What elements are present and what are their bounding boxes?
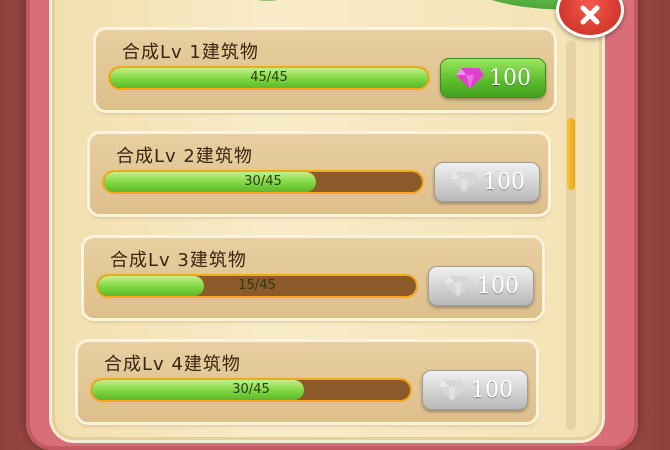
claim-button[interactable]: 100 <box>422 370 528 410</box>
task-title: 合成Lv 3建筑物 <box>110 250 247 271</box>
progress-bar: 30/45 <box>104 172 422 192</box>
gem-icon <box>444 276 472 297</box>
leaf-decoration <box>240 0 314 5</box>
gem-icon <box>456 68 484 89</box>
gem-icon <box>450 172 478 193</box>
cost-label: 100 <box>471 377 513 403</box>
cost-label: 100 <box>483 169 525 195</box>
task-title: 合成Lv 2建筑物 <box>116 146 253 167</box>
progress-bar: 45/45 <box>110 68 428 88</box>
progress-bar: 15/45 <box>98 276 416 296</box>
progress-text: 15/45 <box>238 278 276 293</box>
progress-text: 45/45 <box>250 70 288 85</box>
task-card: 合成Lv 2建筑物 30/45 100 <box>90 134 548 214</box>
claim-button[interactable]: 100 <box>440 58 546 98</box>
task-card: 合成Lv 3建筑物 15/45 100 <box>84 238 542 318</box>
task-card: 合成Lv 4建筑物 30/45 100 <box>78 342 536 422</box>
progress-text: 30/45 <box>232 382 270 397</box>
task-title: 合成Lv 1建筑物 <box>122 42 259 63</box>
gem-icon <box>438 380 466 401</box>
cost-label: 100 <box>489 65 531 91</box>
task-card: 合成Lv 1建筑物 45/45 100 <box>96 30 554 110</box>
scrollbar-thumb[interactable] <box>567 118 575 190</box>
task-title: 合成Lv 4建筑物 <box>104 354 241 375</box>
progress-bar: 30/45 <box>92 380 410 400</box>
claim-button[interactable]: 100 <box>434 162 540 202</box>
scrollbar[interactable] <box>566 40 576 430</box>
close-icon <box>580 5 600 25</box>
cost-label: 100 <box>477 273 519 299</box>
claim-button[interactable]: 100 <box>428 266 534 306</box>
progress-text: 30/45 <box>244 174 282 189</box>
